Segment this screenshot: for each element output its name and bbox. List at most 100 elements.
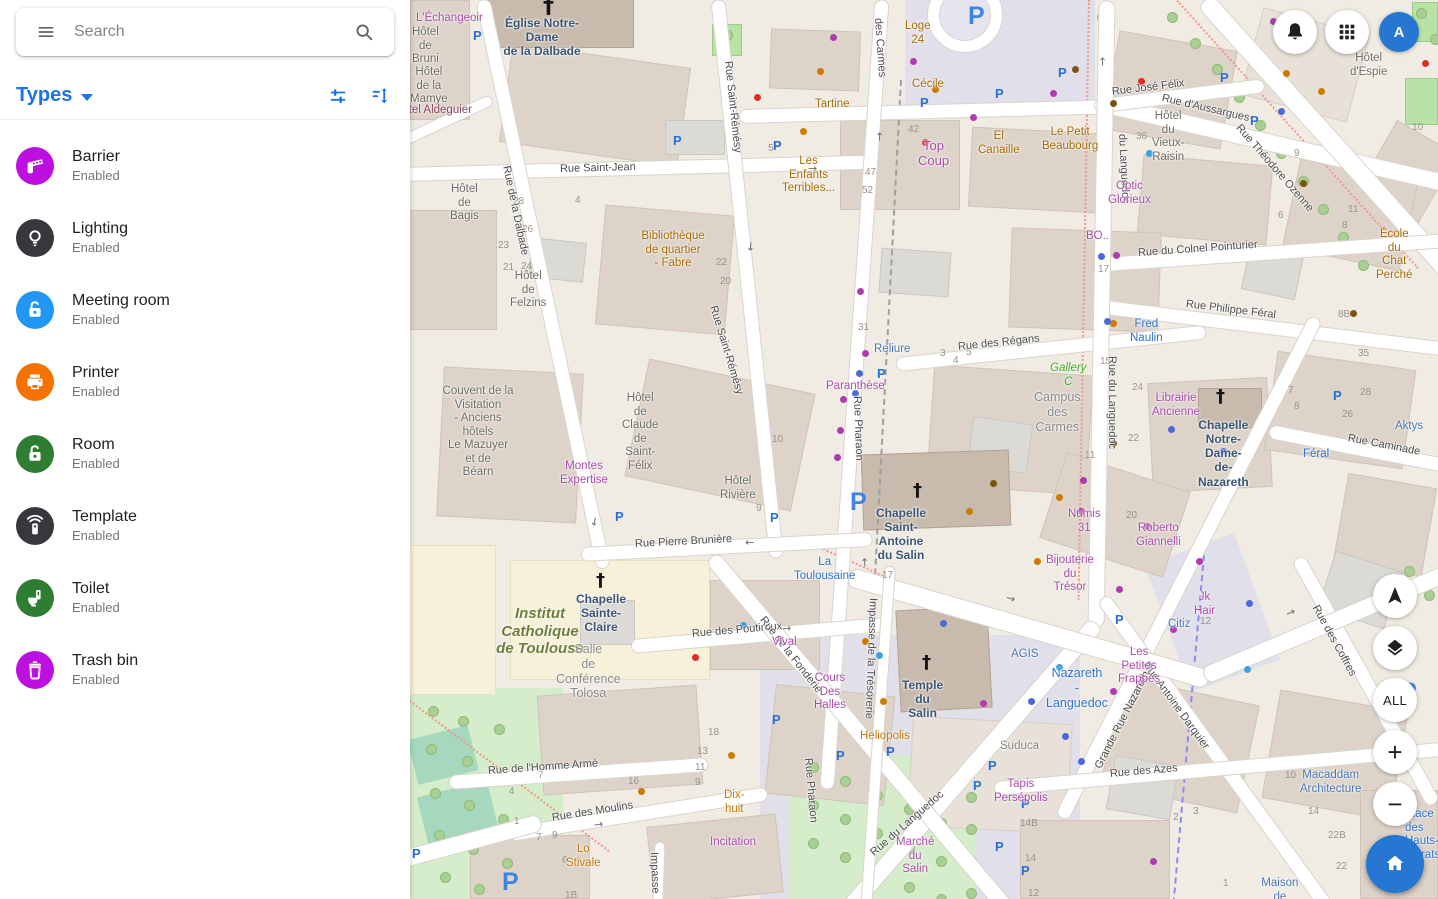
place-label: Hôtel de Claude de Saint- Félix — [622, 392, 658, 473]
place-label: Top Coup — [918, 138, 949, 169]
place-label: Suduca — [1000, 740, 1039, 754]
place-label: Hôtel de Bruni — [412, 26, 439, 67]
zoom-in-button[interactable]: + — [1373, 730, 1417, 774]
place-label: Chapelle Notre- Dame- de-Nazareth — [1198, 418, 1249, 489]
compass-button[interactable] — [1373, 574, 1417, 618]
sort-button[interactable] — [366, 82, 394, 110]
filter-tune-button[interactable] — [324, 82, 352, 110]
place-label: Vival — [772, 636, 797, 650]
place-label: Citiz — [1168, 618, 1190, 632]
types-dropdown[interactable]: Types — [16, 84, 93, 107]
street-label: Rue Pharaon — [851, 396, 865, 461]
chevron-down-icon — [81, 94, 93, 101]
home-fab-button[interactable] — [1366, 835, 1424, 893]
place-label: Lo Stivale — [566, 843, 601, 870]
place-label: BO.. — [1086, 230, 1109, 244]
place-label: Macaddam Architecture — [1300, 769, 1361, 796]
place-label: Jk Hair — [1194, 591, 1215, 618]
place-label: Numis 31 — [1068, 508, 1101, 535]
place-label: Hôtel de Felzins — [510, 270, 546, 311]
bell-icon — [1283, 20, 1307, 44]
place-label: Salle de Conférence Tolosa — [556, 642, 621, 701]
type-item-label: Lighting — [72, 220, 128, 237]
type-item-meeting-room[interactable]: Meeting roomEnabled — [0, 274, 410, 346]
place-label: Roberto Giannelli — [1136, 522, 1181, 549]
type-item-room[interactable]: Room Enabled — [0, 418, 410, 490]
place-label: Cécile — [912, 78, 944, 92]
all-filter-button[interactable]: ALL — [1373, 678, 1417, 722]
type-item-template[interactable]: TemplateEnabled — [0, 490, 410, 562]
place-label: Nazareth - Languedoc — [1046, 666, 1108, 710]
search-button[interactable] — [346, 14, 382, 50]
place-label: Hôtel de la Mamye — [410, 66, 448, 107]
place-label: Hôtel de Bagis — [450, 183, 479, 224]
plus-icon: + — [1387, 739, 1402, 765]
place-label: Féral — [1303, 448, 1329, 462]
place-label: L'Échangeoir — [416, 12, 483, 26]
type-item-barrier[interactable]: Barrier Enabled — [0, 130, 410, 202]
street-label: Impasse — [648, 852, 661, 894]
type-item-printer[interactable]: PrinterEnabled — [0, 346, 410, 418]
place-label: Les Petites Frappes — [1118, 646, 1160, 687]
types-list: BarrierEnabled LightingEnabled Meeting r… — [0, 130, 410, 706]
search-icon — [353, 21, 375, 43]
navigation-arrow-icon — [1383, 584, 1407, 608]
street-label: Rue du Languedoc — [1106, 356, 1118, 449]
avatar[interactable]: A — [1379, 12, 1419, 52]
zoom-out-button[interactable]: − — [1373, 782, 1417, 826]
hamburger-menu-button[interactable] — [28, 14, 64, 50]
place-label: AGIS — [1011, 648, 1038, 662]
type-item-label: Printer — [72, 364, 119, 381]
layers-icon — [1383, 636, 1407, 660]
place-label: Tapis Persépolis — [994, 778, 1048, 805]
type-item-label: Barrier — [72, 148, 120, 165]
type-item-trash-bin[interactable]: Trash binEnabled — [0, 634, 410, 706]
type-item-status: Enabled — [72, 456, 120, 471]
trash-icon — [16, 651, 54, 689]
place-label: Bibliothèque de quartier - Fabre — [628, 230, 718, 271]
apps-grid-button[interactable] — [1325, 10, 1369, 54]
type-item-label: Trash bin — [72, 652, 138, 669]
type-item-label: Room — [72, 436, 115, 453]
hamburger-icon — [36, 22, 56, 42]
place-label: Maison de l'Avocat — [1260, 877, 1300, 899]
place-label: Hôtel d'Espie — [1350, 52, 1387, 79]
search-bar[interactable] — [16, 8, 394, 56]
place-label: Loge 24 — [905, 20, 931, 47]
place-label: Cours Des Halles — [814, 672, 846, 713]
place-label: Montes Expertise — [560, 460, 608, 487]
type-item-label: Toilet — [72, 580, 109, 597]
types-title-label: Types — [16, 84, 72, 107]
type-item-status: Enabled — [72, 528, 120, 543]
layers-button[interactable] — [1373, 626, 1417, 670]
barrier-icon — [16, 147, 54, 185]
place-label: Hôtel Aldeguier — [410, 104, 472, 118]
lightbulb-icon — [16, 219, 54, 257]
place-label: Temple du Salin — [902, 678, 943, 720]
sort-icon — [369, 85, 391, 107]
type-item-status: Enabled — [72, 168, 120, 183]
place-label: École du Chat Perché — [1376, 228, 1412, 282]
place-label: Reliure — [874, 343, 910, 357]
place-label: La Toulousaine — [794, 556, 855, 583]
type-item-status: Enabled — [72, 600, 120, 615]
printer-icon — [16, 363, 54, 401]
remote-device-icon — [16, 507, 54, 545]
all-filter-label: ALL — [1383, 693, 1407, 708]
type-item-lighting[interactable]: LightingEnabled — [0, 202, 410, 274]
notifications-button[interactable] — [1273, 10, 1317, 54]
type-item-toilet[interactable]: Toilet Enabled — [0, 562, 410, 634]
place-label: Aktys — [1395, 420, 1423, 434]
place-label: Chapelle Saint-Antoine du Salin — [876, 506, 926, 563]
map-canvas[interactable]: Rue Saint-Jean Rue de la Dalbade Rue Sai… — [410, 0, 1438, 899]
street-label: Rue Saint-Jean — [560, 161, 636, 175]
place-label: Église Notre- Dame de la Dalbade — [486, 16, 598, 58]
place-label: Campus des Carmes — [1034, 390, 1081, 434]
place-label: Paranthèse — [826, 380, 885, 394]
type-item-status: Enabled — [72, 312, 120, 327]
avatar-initial: A — [1394, 24, 1405, 41]
place-label: Incitation — [710, 836, 756, 850]
search-input[interactable] — [74, 23, 336, 41]
place-label: Couvent de la Visitation - Anciens hôtel… — [418, 385, 538, 480]
place-label: Marché du Salin — [896, 836, 934, 877]
